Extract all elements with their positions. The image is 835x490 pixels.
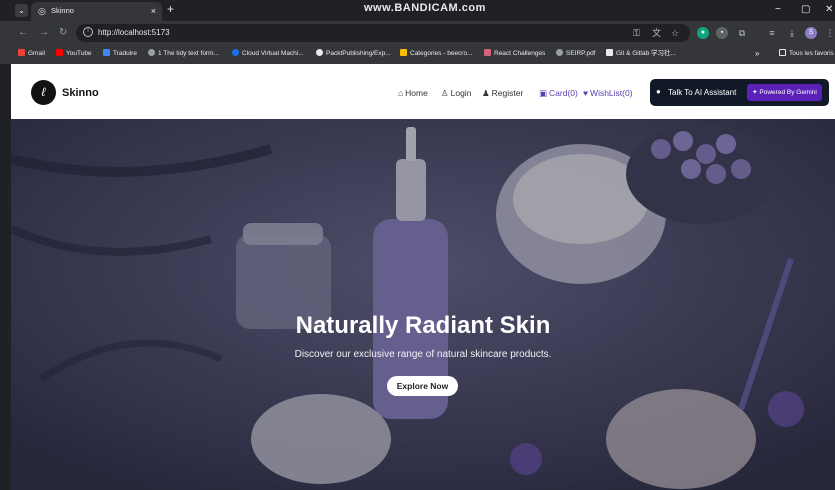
ai-assistant-label: Talk To AI Assistant (668, 88, 737, 97)
browser-tab[interactable]: ◎ Skinno × (31, 2, 162, 21)
url-text[interactable]: http://localhost:5173 (98, 28, 170, 38)
hero-overlay (11, 119, 835, 490)
extension-chatgpt-icon[interactable]: ● (697, 27, 709, 39)
cloud-icon (232, 49, 239, 56)
more-bookmarks-button[interactable]: » (755, 49, 759, 59)
globe-icon (148, 49, 155, 56)
address-bar[interactable]: i http://localhost:5173 ⚿ 文 ☆ (76, 24, 690, 42)
minimize-button[interactable]: − (775, 4, 781, 16)
bookmark-seirp[interactable]: SEIRP.pdf (556, 49, 596, 59)
nav-link-cart[interactable]: ▣ Card(0) (539, 88, 578, 99)
heart-icon: ♥ (583, 88, 589, 98)
user-icon: ♙ (441, 88, 449, 98)
home-icon: ⌂ (398, 88, 404, 98)
hero-subtitle: Discover our exclusive range of natural … (294, 349, 552, 360)
site-info-icon[interactable]: i (83, 27, 93, 37)
nav-link-home[interactable]: ⌂ Home (398, 88, 428, 99)
bookmark-cloud-vm[interactable]: Cloud Virtual Machi... (232, 49, 304, 59)
tab-search-icon[interactable]: ⌄ (15, 4, 28, 17)
ai-assistant-button[interactable]: ● Talk To AI Assistant ✦ Powered By Gemi… (650, 79, 829, 106)
brand-logo[interactable]: ℓ (31, 80, 56, 105)
hero-banner: Naturally Radiant Skin Discover our excl… (11, 119, 835, 490)
all-bookmarks-folder[interactable]: Tous les favoris (779, 49, 834, 59)
bookmarks-bar: Gmail YouTube Traduire 1 The tidy text f… (0, 45, 835, 64)
browser-tab-bar: ⌄ ◎ Skinno × + www.BANDICAM.com − ▢ ✕ (0, 0, 835, 21)
new-tab-button[interactable]: + (167, 3, 174, 16)
reading-list-icon[interactable]: ≡ (766, 27, 778, 39)
profile-avatar[interactable]: S (805, 27, 817, 39)
nav-link-wishlist[interactable]: ♥ WishList(0) (583, 88, 633, 99)
powered-by-gemini-badge: ✦ Powered By Gemini (747, 84, 822, 101)
explore-now-button[interactable]: Explore Now (387, 376, 458, 396)
bookmark-packt[interactable]: PacktPublishing/Exp... (316, 49, 391, 59)
youtube-icon (56, 49, 63, 56)
brand-name[interactable]: Skinno (62, 87, 99, 100)
github-icon (316, 49, 323, 56)
bookmark-tidy-text[interactable]: 1 The tidy text form... (148, 49, 219, 59)
translate-icon (103, 49, 110, 56)
browser-toolbar: ← → ↻ i http://localhost:5173 ⚿ 文 ☆ ● ▪ … (0, 21, 835, 45)
hero-title: Naturally Radiant Skin (295, 312, 551, 339)
gmail-icon (18, 49, 25, 56)
bookmark-youtube[interactable]: YouTube (56, 49, 92, 59)
bookmark-icon (606, 49, 613, 56)
password-key-icon[interactable]: ⚿ (633, 27, 640, 39)
globe-icon (556, 49, 563, 56)
tab-close-icon[interactable]: × (151, 5, 156, 17)
maximize-button[interactable]: ▢ (801, 4, 810, 16)
nav-link-register[interactable]: ♟ Register (482, 88, 523, 99)
more-menu-icon[interactable]: ⋮ (824, 27, 835, 39)
web-page: ℓ Skinno ⌂ Home ♙ Login ♟ Register ▣ Card(0)… (11, 64, 835, 490)
user-plus-icon: ♟ (482, 88, 490, 98)
site-navbar: ℓ Skinno ⌂ Home ♙ Login ♟ Register ▣ Card(0)… (11, 64, 835, 119)
extensions-puzzle-icon[interactable]: ⧉ (736, 27, 748, 39)
close-window-button[interactable]: ✕ (825, 4, 833, 16)
extension-icon[interactable]: ▪ (716, 27, 728, 39)
bee-icon (400, 49, 407, 56)
reload-icon[interactable]: ↻ (59, 27, 67, 39)
bag-icon: ▣ (539, 88, 548, 98)
tab-title: Skinno (51, 6, 74, 15)
chat-bubble-icon: ● (656, 87, 661, 96)
bookmark-star-icon[interactable]: ☆ (671, 27, 679, 39)
folder-icon (779, 49, 786, 56)
bookmark-beecrowd[interactable]: Categories - beecro... (400, 49, 473, 59)
nav-link-login[interactable]: ♙ Login (441, 88, 471, 99)
react-icon (484, 49, 491, 56)
translate-icon[interactable]: 文 (652, 27, 661, 39)
forward-arrow-icon[interactable]: → (39, 27, 49, 39)
bookmark-git-gitlab[interactable]: Git & Gitlab 学习社... (606, 49, 676, 59)
bookmark-react-challenges[interactable]: React Challenges (484, 49, 545, 59)
back-arrow-icon[interactable]: ← (18, 27, 28, 39)
bookmark-gmail[interactable]: Gmail (18, 49, 45, 59)
download-icon[interactable]: ⤓ (786, 27, 798, 39)
tab-favicon-icon: ◎ (38, 6, 46, 16)
recorder-watermark: www.BANDICAM.com (364, 2, 486, 14)
bookmark-traduire[interactable]: Traduire (103, 49, 137, 59)
